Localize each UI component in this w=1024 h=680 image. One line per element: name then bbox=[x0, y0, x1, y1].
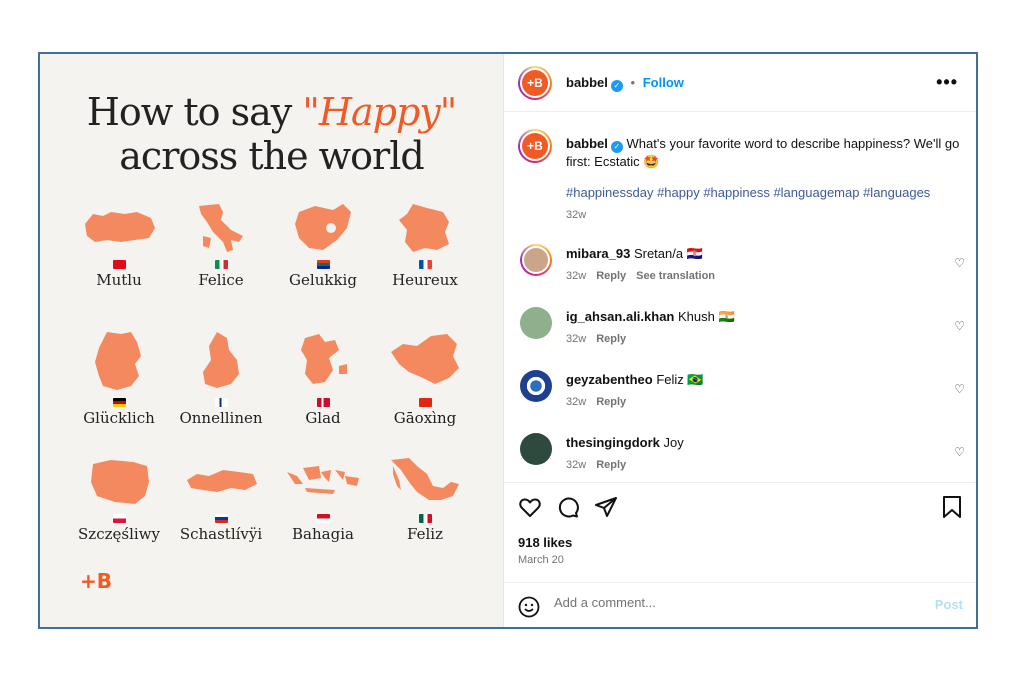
reply-button[interactable]: Reply bbox=[596, 459, 626, 471]
add-comment-input[interactable] bbox=[554, 595, 914, 610]
author-avatar[interactable]: +B bbox=[518, 66, 552, 100]
comment-time: 32w bbox=[566, 333, 587, 345]
country-cell-denmark: Glad bbox=[272, 330, 374, 427]
post-image: How to say "Happy" across the world Mutl… bbox=[40, 54, 503, 627]
comment-text: Joy bbox=[663, 435, 684, 450]
add-comment-bar: Post bbox=[504, 582, 976, 627]
comment-item: ig_ahsan.ali.khan Khush 🇮🇳 32w Reply ♡ bbox=[504, 307, 976, 367]
post-actions: 918 likes March 20 bbox=[504, 482, 976, 582]
likes-count[interactable]: 918 likes bbox=[518, 535, 572, 550]
comment-username[interactable]: thesingingdork bbox=[566, 435, 660, 450]
comment-time: 32w bbox=[566, 396, 587, 408]
commenter-avatar[interactable] bbox=[520, 307, 552, 339]
country-cell-france: Heureux bbox=[374, 202, 476, 289]
share-send-icon[interactable] bbox=[594, 495, 618, 519]
author-username[interactable]: babbel bbox=[566, 75, 608, 90]
comment-text: Feliz 🇧🇷 bbox=[656, 372, 704, 387]
south-africa-flag-icon bbox=[316, 260, 330, 269]
caption-username[interactable]: babbel bbox=[566, 136, 608, 151]
country-cell-finland: Onnellinen bbox=[170, 330, 272, 427]
comment-username[interactable]: ig_ahsan.ali.khan bbox=[566, 309, 674, 324]
header-separator: • bbox=[630, 75, 636, 90]
heart-outline-icon[interactable]: ♡ bbox=[954, 445, 965, 459]
mexico-flag-icon bbox=[418, 514, 432, 523]
caption-hashtags[interactable]: #happinessday #happy #happiness #languag… bbox=[566, 185, 930, 200]
verified-badge-icon: ✓ bbox=[610, 80, 623, 92]
comment-item: mibara_93 Sretan/a 🇭🇷 32w Reply See transl… bbox=[504, 244, 976, 304]
indonesia-flag-icon bbox=[316, 514, 330, 523]
comment-item: geyzabentheo Feliz 🇧🇷 32w Reply ♡ bbox=[504, 370, 976, 430]
comment-bubble-icon[interactable] bbox=[556, 495, 580, 519]
country-cell-indonesia: Bahagia bbox=[272, 456, 374, 543]
country-cell-russia: Schastlívÿi bbox=[170, 456, 272, 543]
country-cell-italy: Felice bbox=[170, 202, 272, 289]
comment-username[interactable]: geyzabentheo bbox=[566, 372, 653, 387]
more-horizontal-icon[interactable]: ••• bbox=[936, 72, 958, 93]
caption-avatar[interactable]: +B bbox=[518, 129, 552, 163]
follow-button[interactable]: Follow bbox=[643, 75, 684, 90]
image-title: How to say "Happy" across the world bbox=[86, 90, 457, 178]
like-heart-icon[interactable] bbox=[518, 495, 542, 519]
comment-text: Khush 🇮🇳 bbox=[678, 309, 735, 324]
comment-username[interactable]: mibara_93 bbox=[566, 246, 630, 261]
post-header: +B babbel ✓ • Follow ••• bbox=[504, 54, 976, 112]
babbel-logo: +B bbox=[80, 569, 113, 593]
heart-outline-icon[interactable]: ♡ bbox=[954, 382, 965, 396]
reply-button[interactable]: Reply bbox=[596, 333, 626, 345]
reply-button[interactable]: Reply bbox=[596, 270, 626, 282]
caption-time: 32w bbox=[566, 209, 587, 221]
heart-outline-icon[interactable]: ♡ bbox=[954, 319, 965, 333]
post-side-panel: +B babbel ✓ • Follow ••• +B babbel ✓ What'… bbox=[503, 54, 976, 627]
reply-button[interactable]: Reply bbox=[596, 396, 626, 408]
comment-text: Sretan/a 🇭🇷 bbox=[633, 246, 703, 261]
finland-flag-icon bbox=[214, 398, 228, 407]
italy-flag-icon bbox=[214, 260, 228, 269]
turkey-flag-icon bbox=[112, 260, 126, 269]
country-cell-germany: Glücklich bbox=[68, 330, 170, 427]
commenter-avatar[interactable] bbox=[520, 433, 552, 465]
poland-flag-icon bbox=[112, 514, 126, 523]
denmark-flag-icon bbox=[316, 398, 330, 407]
see-translation-button[interactable]: See translation bbox=[636, 270, 715, 282]
bookmark-save-icon[interactable] bbox=[941, 495, 963, 519]
russia-flag-icon bbox=[214, 514, 228, 523]
heart-outline-icon[interactable]: ♡ bbox=[954, 256, 965, 270]
commenter-avatar[interactable] bbox=[520, 370, 552, 402]
comment-time: 32w bbox=[566, 459, 587, 471]
commenter-avatar[interactable] bbox=[520, 244, 552, 276]
country-cell-mexico: Feliz bbox=[374, 456, 476, 543]
country-cell-turkey: Mutlu bbox=[68, 202, 170, 289]
country-cell-south-africa: Gelukkig bbox=[272, 202, 374, 289]
country-cell-china: Gāoxìng bbox=[374, 330, 476, 427]
post-date: March 20 bbox=[518, 554, 564, 566]
post-comment-button[interactable]: Post bbox=[935, 597, 963, 612]
caption-text: babbel ✓ What's your favorite word to des… bbox=[566, 136, 960, 169]
emoji-smiley-icon[interactable] bbox=[518, 596, 540, 618]
country-cell-poland: Szczęśliwy bbox=[68, 456, 170, 543]
comment-time: 32w bbox=[566, 270, 587, 282]
verified-badge-icon: ✓ bbox=[610, 141, 623, 153]
instagram-post-modal: How to say "Happy" across the world Mutl… bbox=[38, 52, 978, 629]
france-flag-icon bbox=[418, 260, 432, 269]
germany-flag-icon bbox=[112, 398, 126, 407]
china-flag-icon bbox=[418, 398, 432, 407]
